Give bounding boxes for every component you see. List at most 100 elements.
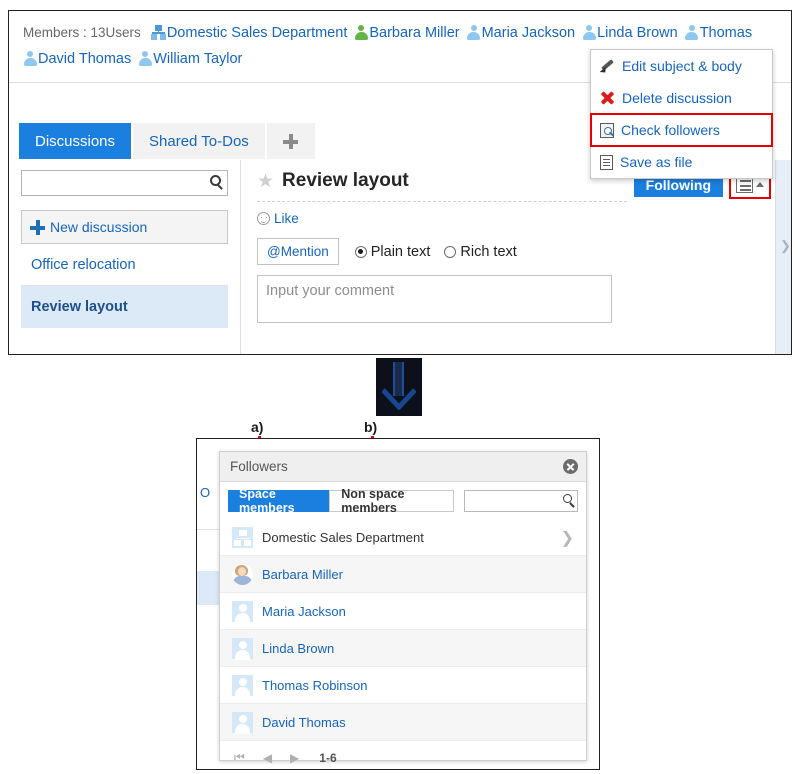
member-chip-william-taylor[interactable]: William Taylor [138, 46, 242, 72]
radio-plain-text[interactable]: Plain text [354, 243, 431, 260]
list-item-label: Office relocation [31, 256, 136, 273]
search-icon[interactable] [210, 175, 221, 186]
list-item[interactable]: Barbara Miller [220, 556, 586, 593]
mention-button[interactable]: @Mention [257, 238, 339, 265]
prev-page-icon[interactable]: ◀ [263, 751, 272, 765]
person-icon [467, 25, 481, 40]
tab-label: Shared To-Dos [149, 132, 249, 150]
page-title: Review layout [282, 170, 409, 191]
pencil-icon [600, 59, 615, 74]
list-item-label: Barbara Miller [262, 566, 343, 582]
callout-text: a) [251, 419, 264, 435]
sidebar-search-box[interactable] [21, 170, 228, 196]
compose-toolbar: @Mention Plain text Rich text [257, 238, 777, 265]
tab-add-button[interactable] [266, 123, 315, 159]
radio-rich-text[interactable]: Rich text [444, 244, 517, 260]
list-item-label: David Thomas [262, 714, 346, 730]
callout-text: b) [364, 419, 378, 435]
space-app-panel: Members : 13Users Domestic Sales Departm… [8, 10, 792, 355]
like-row[interactable]: Like [257, 211, 777, 226]
space-tabs: Discussions Shared To-Dos [19, 123, 315, 159]
format-radio-group: Plain text Rich text [354, 243, 517, 260]
mention-label: @Mention [267, 244, 329, 259]
list-item[interactable]: Thomas Robinson [220, 667, 586, 704]
background-peek: O [197, 439, 219, 769]
chevron-right-icon[interactable]: ❯ [561, 528, 574, 548]
list-item-label: Maria Jackson [262, 603, 346, 619]
list-item[interactable]: Domestic Sales Department ❯ [220, 519, 586, 556]
background-peek-text: O [200, 485, 211, 500]
inspect-icon [600, 122, 614, 138]
radio-label: Plain text [370, 243, 431, 260]
member-chip-thomas[interactable]: Thomas [685, 20, 752, 46]
member-chip-david-thomas[interactable]: David Thomas [23, 46, 131, 72]
close-icon[interactable] [563, 459, 578, 474]
collapsed-side-rail[interactable]: ❯ [775, 160, 791, 354]
discussion-detail: ★ Review layout Like @Mention Plain text… [241, 160, 791, 354]
segment-non-space-members[interactable]: Non space members [329, 487, 455, 515]
menu-item-check-followers[interactable]: Check followers [590, 113, 773, 147]
list-item-label: Review layout [31, 299, 128, 315]
dialog-segment-control: Space members Non space members [220, 482, 586, 519]
divider [257, 201, 627, 202]
member-name: Barbara Miller [369, 25, 460, 41]
member-chip-linda-brown[interactable]: Linda Brown [582, 20, 678, 46]
dialog-search-box[interactable] [464, 490, 578, 512]
tab-shared-todos[interactable]: Shared To-Dos [133, 123, 265, 159]
comment-input[interactable]: Input your comment [257, 275, 612, 323]
member-chip-domestic-sales-department[interactable]: Domestic Sales Department [150, 20, 347, 46]
member-name: William Taylor [153, 51, 243, 67]
segment-label: Non space members [341, 487, 405, 515]
menu-item-edit-subject-body[interactable]: Edit subject & body [591, 50, 772, 82]
favorite-star-icon[interactable]: ★ [257, 172, 274, 191]
sidebar-item-office-relocation[interactable]: Office relocation [21, 244, 228, 286]
menu-item-label: Edit subject & body [622, 58, 742, 74]
tab-label: Discussions [35, 132, 116, 150]
discussion-dropdown-menu: Edit subject & body Delete discussion Ch… [590, 49, 773, 179]
next-page-icon[interactable]: ▶ [290, 751, 299, 765]
member-name: Linda Brown [597, 25, 678, 41]
list-item[interactable]: Maria Jackson [220, 593, 586, 630]
menu-item-label: Delete discussion [622, 90, 732, 106]
new-discussion-button[interactable]: New discussion [21, 210, 228, 244]
followers-dialog-frame: O Followers Space members Non space memb… [196, 438, 600, 770]
search-icon[interactable] [562, 494, 572, 503]
person-icon [23, 51, 37, 66]
chevron-up-icon [756, 182, 764, 187]
member-chip-maria-jackson[interactable]: Maria Jackson [467, 20, 575, 46]
list-item-label: Linda Brown [262, 640, 335, 656]
discussion-split-pane: New discussion Office relocation Review … [9, 160, 791, 354]
member-chip-barbara-miller[interactable]: Barbara Miller [354, 20, 460, 46]
list-item[interactable]: David Thomas [220, 704, 586, 741]
person-icon [354, 25, 368, 40]
members-count-label: Members : 13Users [23, 25, 141, 40]
search-input[interactable] [22, 171, 227, 195]
radio-icon[interactable] [354, 245, 367, 258]
member-name: Maria Jackson [481, 25, 576, 41]
chevron-right-icon[interactable]: ❯ [780, 238, 791, 254]
first-page-icon[interactable]: ⏮ [234, 750, 245, 765]
callout-label-a: a) [251, 419, 263, 435]
member-name: Thomas [699, 25, 753, 41]
segment-space-members[interactable]: Space members [228, 487, 330, 515]
list-item[interactable]: Linda Brown [220, 630, 586, 667]
menu-item-delete-discussion[interactable]: Delete discussion [591, 82, 772, 114]
user-avatar [232, 637, 253, 660]
person-icon [685, 25, 699, 40]
list-item-label: Thomas Robinson [262, 677, 368, 693]
tab-discussions[interactable]: Discussions [19, 123, 132, 159]
search-input[interactable] [465, 491, 577, 511]
menu-item-label: Save as file [620, 154, 693, 170]
plus-icon [283, 133, 299, 149]
discussion-sidebar: New discussion Office relocation Review … [9, 160, 241, 354]
comment-placeholder: Input your comment [266, 283, 395, 299]
org-icon [150, 25, 166, 40]
smiley-icon [257, 212, 270, 225]
followers-dialog: Followers Space members Non space member… [219, 451, 587, 765]
avatar [232, 563, 253, 585]
radio-icon[interactable] [444, 245, 457, 258]
segment-label: Space members [239, 487, 295, 515]
dialog-pager: ⏮ ◀ ▶ 1-6 [220, 741, 586, 765]
sidebar-item-review-layout[interactable]: Review layout [21, 286, 228, 328]
menu-item-save-as-file[interactable]: Save as file [591, 146, 772, 178]
